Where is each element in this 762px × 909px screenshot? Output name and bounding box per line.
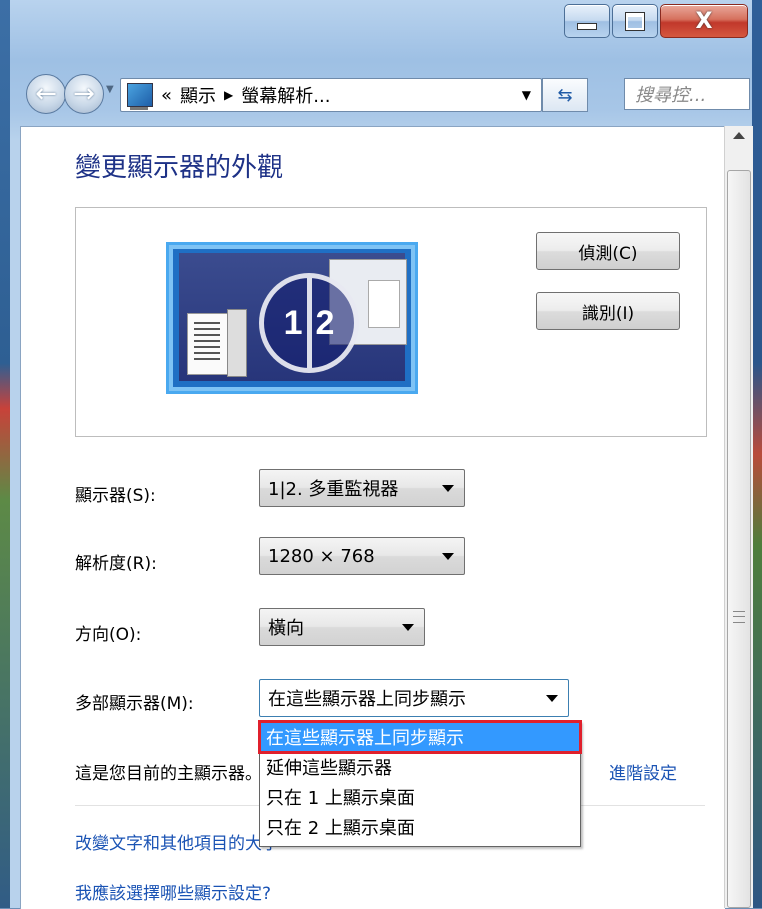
multiple-displays-label: 多部顯示器(M): xyxy=(75,694,194,714)
dropdown-option-duplicate[interactable]: 在這些顯示器上同步顯示 xyxy=(258,720,582,754)
address-dropdown-icon[interactable]: ▼ xyxy=(522,88,531,102)
chevron-down-icon xyxy=(442,485,454,492)
monitor-id-2: 2 xyxy=(315,303,335,342)
resolution-select-value: 1280 × 768 xyxy=(268,545,375,567)
scrollbar-grip-icon xyxy=(733,611,745,623)
display-label: 顯示器(S): xyxy=(75,486,156,506)
orientation-select[interactable]: 橫向 xyxy=(259,608,425,646)
identify-button[interactable]: 識別(I) xyxy=(536,292,680,330)
minimize-icon xyxy=(577,22,597,30)
scrollbar-thumb[interactable] xyxy=(727,170,751,908)
monitor-graphic[interactable]: 1 2 xyxy=(166,242,418,394)
maximize-button[interactable] xyxy=(612,4,658,38)
multiple-displays-select[interactable]: 在這些顯示器上同步顯示 xyxy=(259,679,569,717)
monitor-id-divider xyxy=(306,278,312,368)
monitor-screen: 1 2 xyxy=(179,253,407,381)
chevron-down-icon xyxy=(442,553,454,560)
address-bar[interactable]: « 顯示 ▶ 螢幕解析... ▼ xyxy=(120,78,542,112)
desktop-background-left xyxy=(0,0,10,908)
caption-buttons: X xyxy=(562,4,748,38)
back-button[interactable]: ← xyxy=(26,74,66,114)
monitor-preview-area: 1 2 偵測(C) 識別(I) xyxy=(75,207,707,437)
maximize-icon xyxy=(625,11,645,31)
close-button[interactable]: X xyxy=(660,4,748,38)
dropdown-option-extend[interactable]: 延伸這些顯示器 xyxy=(260,752,580,782)
display-select-value: 1|2. 多重監視器 xyxy=(268,479,399,500)
multiple-displays-dropdown-list: 在這些顯示器上同步顯示 延伸這些顯示器 只在 1 上顯示桌面 只在 2 上顯示桌… xyxy=(258,720,582,847)
multiple-displays-select-value: 在這些顯示器上同步顯示 xyxy=(268,689,466,710)
primary-display-info: 這是您目前的主顯示器。 xyxy=(75,764,262,784)
orientation-label: 方向(O): xyxy=(75,625,142,645)
address-prefix[interactable]: « xyxy=(161,85,172,106)
window-thumbnail-icon xyxy=(187,313,229,375)
refresh-button[interactable]: ⇆ xyxy=(542,78,588,112)
dropdown-option-show-only-1[interactable]: 只在 1 上顯示桌面 xyxy=(260,782,580,812)
which-display-settings-link[interactable]: 我應該選擇哪些顯示設定? xyxy=(75,879,271,904)
vertical-scrollbar[interactable] xyxy=(724,126,753,908)
close-icon: X xyxy=(695,8,713,34)
resolution-select[interactable]: 1280 × 768 xyxy=(259,537,465,575)
page-title: 變更顯示器的外觀 xyxy=(75,153,284,183)
monitor-id-1: 1 xyxy=(283,303,303,342)
forward-button[interactable]: → xyxy=(64,74,104,114)
display-control-panel-icon xyxy=(127,83,153,110)
back-arrow-icon: ← xyxy=(35,79,57,109)
breadcrumb-screen-resolution[interactable]: 螢幕解析... xyxy=(241,82,330,108)
breadcrumb-separator-icon[interactable]: ▶ xyxy=(224,88,233,102)
navigation-bar: ← → ▼ « 顯示 ▶ 螢幕解析... ▼ ⇆ 搜尋控... xyxy=(20,70,752,120)
refresh-icon: ⇆ xyxy=(557,84,573,106)
content-pane: 變更顯示器的外觀 1 2 偵測(C) 識別(I) 顯示器(S): 1|2. 多重… xyxy=(20,126,725,909)
breadcrumb-display[interactable]: 顯示 xyxy=(180,82,216,108)
resolution-label: 解析度(R): xyxy=(75,554,157,574)
display-select[interactable]: 1|2. 多重監視器 xyxy=(259,469,465,507)
forward-arrow-icon: → xyxy=(73,79,95,109)
detect-button[interactable]: 偵測(C) xyxy=(536,232,680,270)
scroll-up-arrow-icon[interactable] xyxy=(733,132,745,139)
advanced-settings-link[interactable]: 進階設定 xyxy=(609,759,677,784)
window-thumbnail-icon xyxy=(227,309,247,377)
orientation-select-value: 橫向 xyxy=(268,618,304,639)
search-input[interactable]: 搜尋控... xyxy=(624,78,750,110)
chevron-down-icon xyxy=(402,624,414,631)
minimize-button[interactable] xyxy=(564,4,610,38)
recent-pages-dropdown[interactable]: ▼ xyxy=(106,84,114,95)
control-panel-window: X ← → ▼ « 顯示 ▶ 螢幕解析... ▼ ⇆ 搜尋控... 變更顯示器的… xyxy=(10,0,753,909)
text-size-link[interactable]: 改變文字和其他項目的大小 xyxy=(75,829,279,854)
dropdown-option-show-only-2[interactable]: 只在 2 上顯示桌面 xyxy=(260,812,580,842)
chevron-down-icon xyxy=(546,695,558,702)
monitor-identity-badge: 1 2 xyxy=(259,273,359,373)
desktop-background-right xyxy=(752,0,762,908)
